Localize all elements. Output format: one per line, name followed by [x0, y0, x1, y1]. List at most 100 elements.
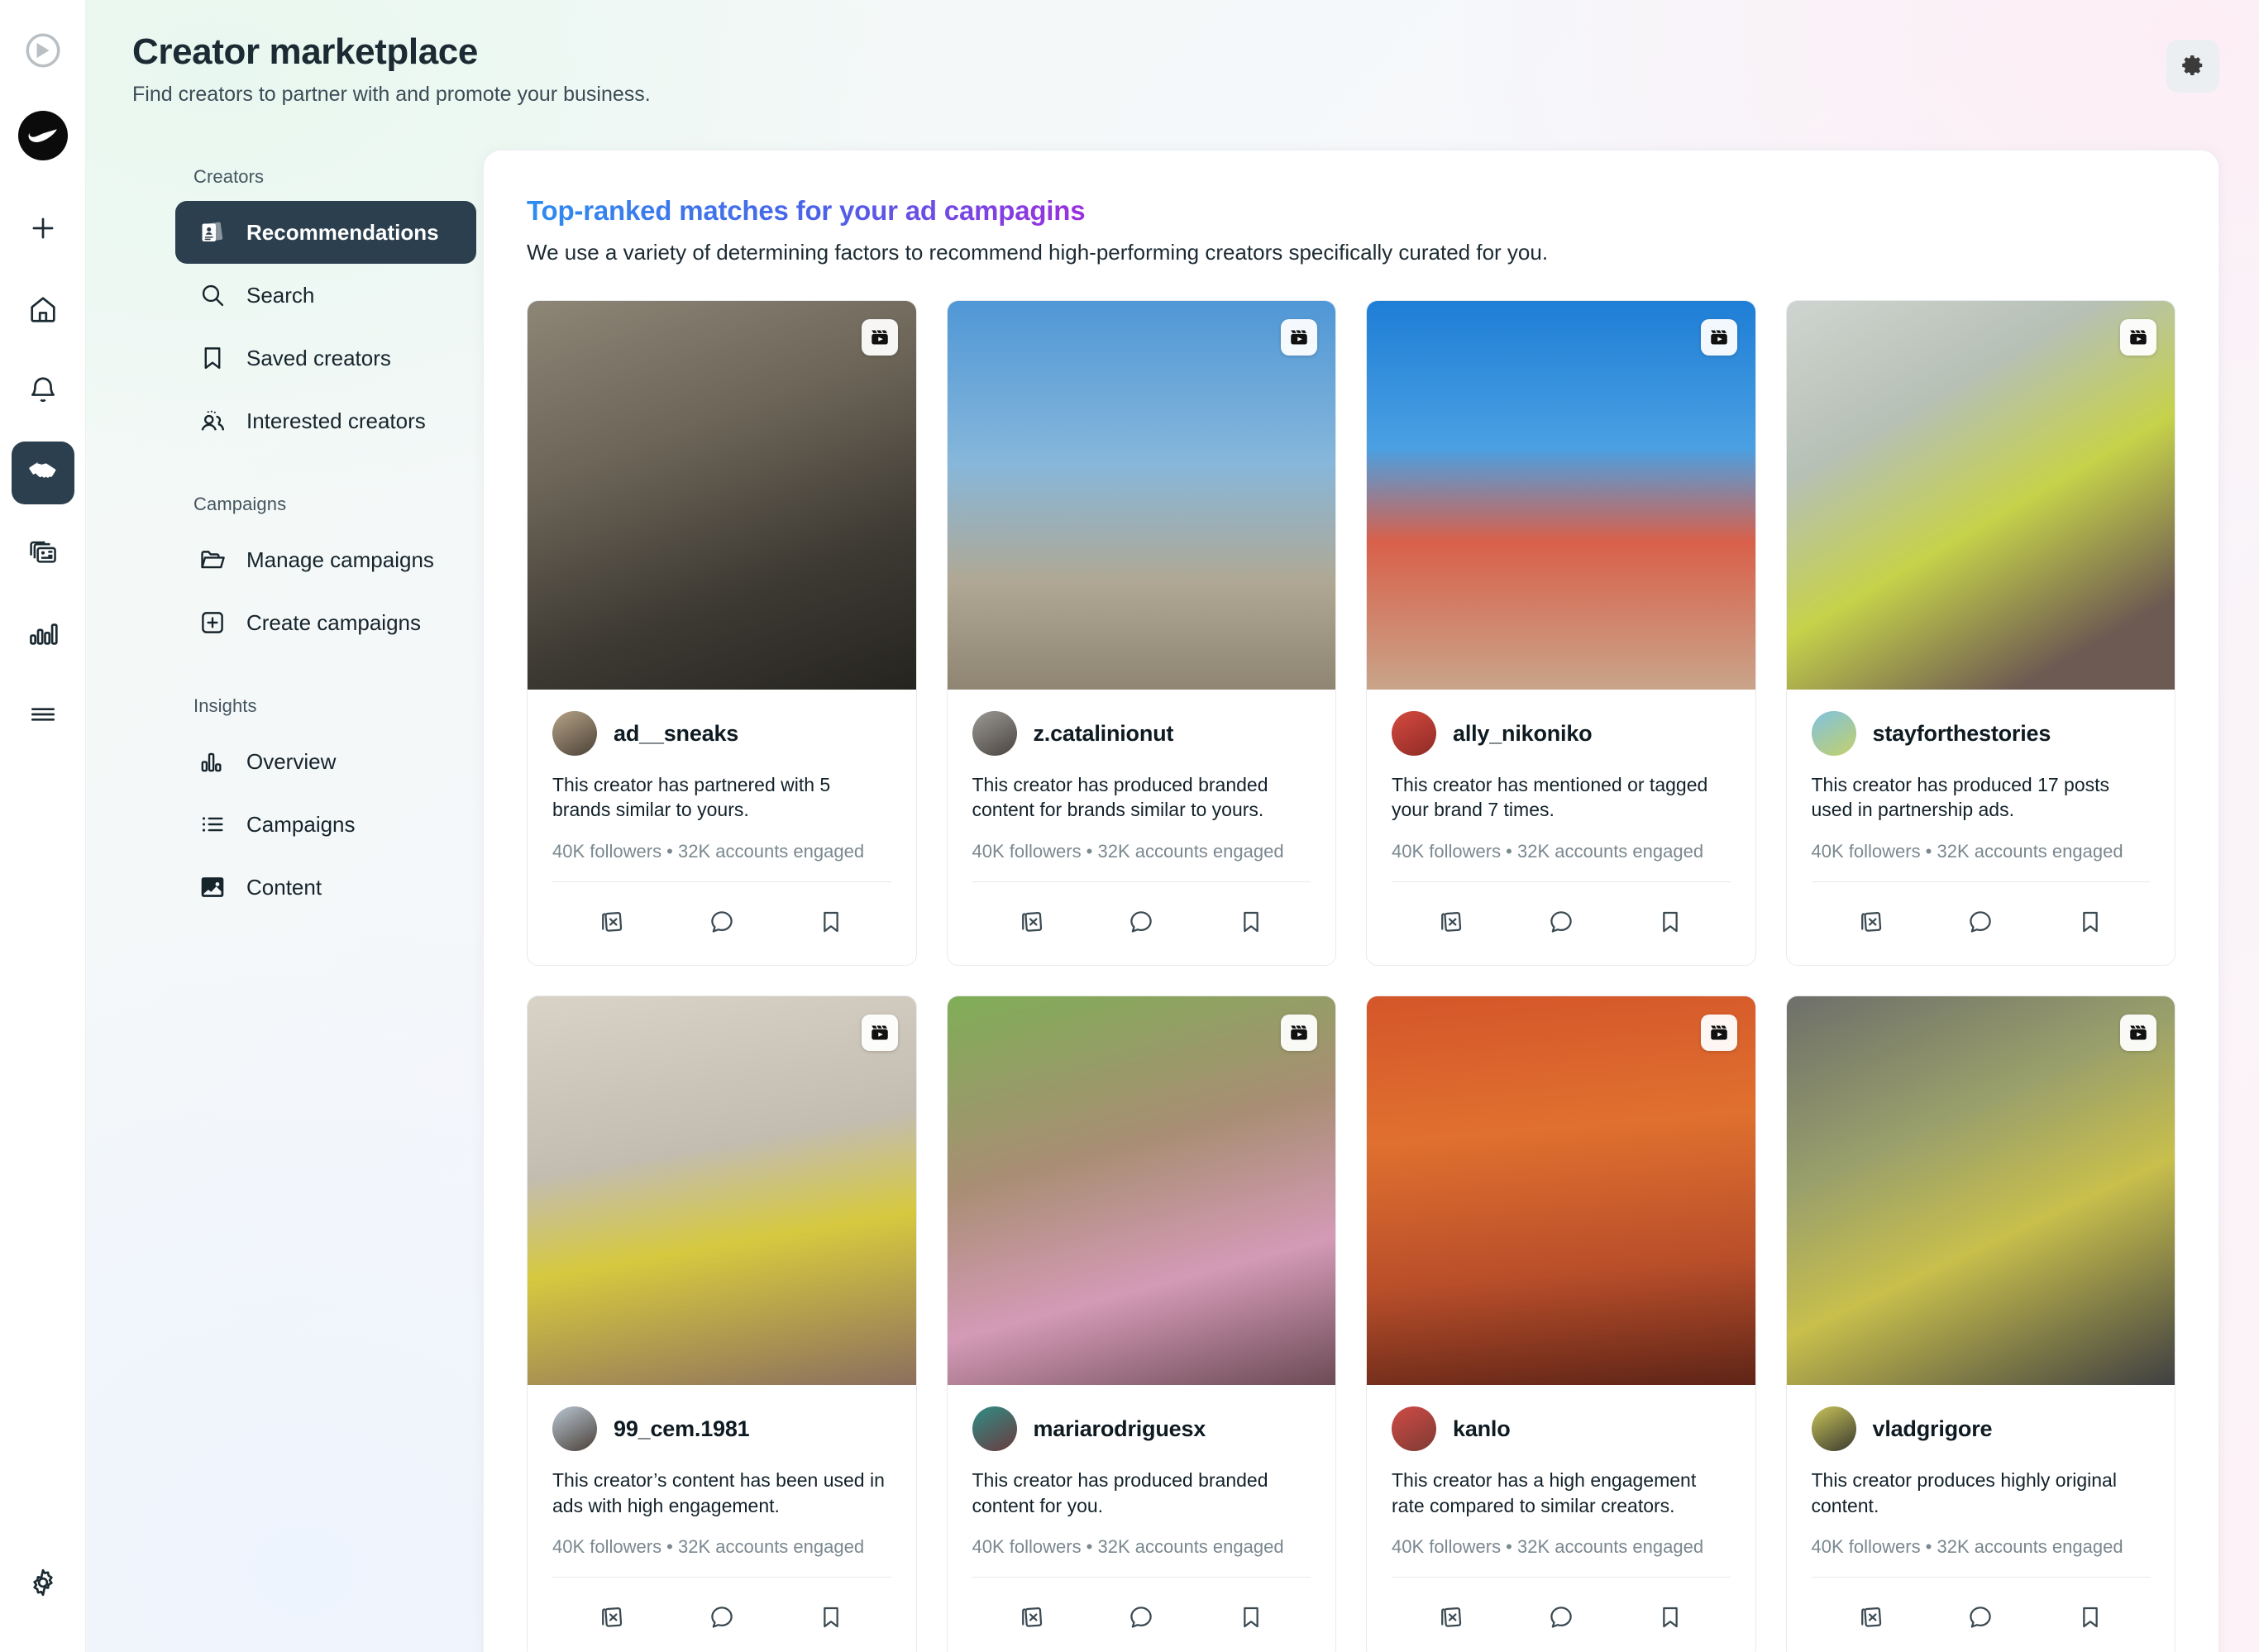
- bookmark-icon: [1656, 908, 1684, 938]
- rail-item-insights[interactable]: [12, 604, 74, 666]
- creator-card[interactable]: ally_nikoniko This creator has mentioned…: [1366, 300, 1756, 967]
- save-creator-button[interactable]: [1229, 900, 1273, 945]
- save-creator-button[interactable]: [2068, 1596, 2113, 1640]
- creator-identity[interactable]: 99_cem.1981: [552, 1406, 891, 1452]
- creator-card-actions: [552, 1578, 891, 1652]
- settings-button[interactable]: [2166, 40, 2219, 93]
- not-interested-button[interactable]: [590, 900, 634, 945]
- creator-media-thumbnail[interactable]: [1367, 996, 1755, 1386]
- creator-card[interactable]: mariarodriguesx This creator has produce…: [946, 995, 1336, 1652]
- creator-stats: 40K followers • 32K accounts engaged: [1392, 840, 1704, 862]
- message-creator-button[interactable]: [1119, 1596, 1163, 1640]
- creator-card-actions: [972, 1578, 1311, 1652]
- not-interested-button[interactable]: [1429, 1596, 1473, 1640]
- message-creator-button[interactable]: [1958, 900, 2003, 945]
- creator-card[interactable]: vladgrigore This creator produces highly…: [1785, 995, 2175, 1652]
- rail-item-settings[interactable]: [12, 1553, 74, 1616]
- save-creator-button[interactable]: [809, 900, 853, 945]
- creator-media-thumbnail[interactable]: [1786, 301, 2175, 690]
- creator-card-body: vladgrigore This creator produces highly…: [1787, 1385, 2175, 1652]
- save-creator-button[interactable]: [2068, 900, 2113, 945]
- sidebar-item-campaigns-insights[interactable]: Campaigns: [175, 793, 476, 856]
- creator-identity[interactable]: z.catalinionut: [972, 711, 1311, 756]
- message-creator-button[interactable]: [1539, 900, 1583, 945]
- creator-card[interactable]: z.catalinionut This creator has produced…: [946, 300, 1336, 967]
- creator-identity[interactable]: stayforthestories: [1811, 711, 2151, 756]
- global-icon-rail: [0, 0, 86, 1652]
- home-icon: [27, 294, 59, 329]
- avatar: [972, 1406, 1017, 1452]
- not-interested-button[interactable]: [1010, 1596, 1054, 1640]
- rail-item-more[interactable]: [12, 685, 74, 747]
- not-interested-button[interactable]: [1849, 900, 1894, 945]
- creator-media-thumbnail[interactable]: [528, 301, 916, 690]
- rail-item-partnerships[interactable]: [11, 442, 74, 504]
- message-creator-button[interactable]: [700, 1596, 744, 1640]
- bookmark-icon: [1237, 1603, 1265, 1634]
- creator-identity[interactable]: ad__sneaks: [552, 711, 891, 756]
- message-creator-button[interactable]: [1119, 900, 1163, 945]
- creator-card[interactable]: 99_cem.1981 This creator’s content has b…: [527, 995, 917, 1652]
- creator-username: ad__sneaks: [614, 720, 739, 746]
- creator-media-thumbnail[interactable]: [528, 996, 916, 1386]
- reel-icon: [1700, 319, 1737, 356]
- sidebar-item-interested-creators[interactable]: Interested creators: [175, 389, 476, 452]
- creator-stats: 40K followers • 32K accounts engaged: [1392, 1535, 1704, 1557]
- creator-identity[interactable]: ally_nikoniko: [1392, 711, 1731, 756]
- not-interested-button[interactable]: [590, 1596, 634, 1640]
- sidebar-item-recommendations[interactable]: Recommendations: [175, 201, 476, 264]
- nike-swoosh-avatar[interactable]: [17, 111, 68, 160]
- creator-card[interactable]: kanlo This creator has a high engagement…: [1366, 995, 1756, 1652]
- creator-media-thumbnail[interactable]: [1786, 996, 2175, 1386]
- creator-identity[interactable]: mariarodriguesx: [972, 1406, 1311, 1452]
- meta-logo-icon[interactable]: [17, 25, 69, 76]
- sidebar-item-manage-campaigns[interactable]: Manage campaigns: [175, 528, 476, 591]
- creator-identity[interactable]: vladgrigore: [1811, 1406, 2151, 1452]
- save-creator-button[interactable]: [1648, 900, 1693, 945]
- creator-media-thumbnail[interactable]: [1367, 301, 1755, 690]
- creator-card[interactable]: ad__sneaks This creator has partnered wi…: [527, 300, 917, 967]
- id-cards-icon: [197, 217, 228, 248]
- creator-card[interactable]: stayforthestories This creator has produ…: [1785, 300, 2175, 967]
- creator-description: This creator has produced branded conten…: [972, 774, 1268, 821]
- dismiss-cards-icon: [1857, 1603, 1885, 1634]
- creator-username: kanlo: [1453, 1416, 1511, 1441]
- save-creator-button[interactable]: [1648, 1596, 1693, 1640]
- creator-description: This creator has produced 17 posts used …: [1811, 774, 2110, 821]
- rail-item-home[interactable]: [12, 279, 74, 342]
- message-creator-button[interactable]: [700, 900, 744, 945]
- creator-identity[interactable]: kanlo: [1392, 1406, 1731, 1452]
- handshake-icon: [26, 455, 60, 492]
- sidebar-item-search[interactable]: Search: [175, 264, 476, 327]
- creator-card-body: 99_cem.1981 This creator’s content has b…: [528, 1385, 916, 1652]
- creator-card-grid: ad__sneaks This creator has partnered wi…: [527, 300, 2175, 1652]
- sidebar-item-content[interactable]: Content: [175, 856, 476, 919]
- sidebar-item-overview[interactable]: Overview: [175, 730, 476, 793]
- save-creator-button[interactable]: [809, 1596, 853, 1640]
- avatar-image: [1392, 1406, 1436, 1452]
- media-image: [947, 301, 1335, 690]
- creator-media-thumbnail[interactable]: [947, 301, 1335, 690]
- not-interested-button[interactable]: [1849, 1596, 1894, 1640]
- creator-username: z.catalinionut: [1033, 720, 1174, 746]
- rail-item-notifications[interactable]: [12, 360, 74, 423]
- creator-description: This creator’s content has been used in …: [552, 1469, 885, 1516]
- rail-item-create[interactable]: [12, 198, 74, 261]
- avatar: [552, 1406, 597, 1452]
- sidebar-item-label: Overview: [246, 748, 337, 774]
- sidebar-item-create-campaigns[interactable]: Create campaigns: [175, 591, 476, 654]
- sidebar-item-saved-creators[interactable]: Saved creators: [175, 327, 476, 389]
- reel-icon: [1281, 1015, 1317, 1052]
- save-creator-button[interactable]: [1229, 1596, 1273, 1640]
- message-creator-button[interactable]: [1539, 1596, 1583, 1640]
- not-interested-button[interactable]: [1010, 900, 1054, 945]
- creator-stats: 40K followers • 32K accounts engaged: [1811, 840, 2123, 862]
- creator-media-thumbnail[interactable]: [947, 996, 1335, 1386]
- message-creator-button[interactable]: [1958, 1596, 2003, 1640]
- reel-icon: [1700, 1015, 1737, 1052]
- nav-group-label: Insights: [193, 695, 257, 716]
- creator-stats: 40K followers • 32K accounts engaged: [1811, 1535, 2123, 1557]
- rail-item-ads[interactable]: [12, 523, 74, 585]
- dismiss-cards-icon: [1437, 908, 1465, 938]
- not-interested-button[interactable]: [1429, 900, 1473, 945]
